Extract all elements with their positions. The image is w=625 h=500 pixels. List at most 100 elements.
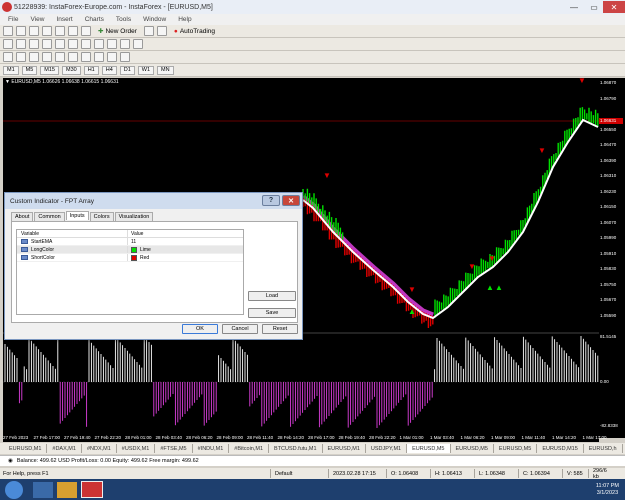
terminal-icon[interactable]: [68, 26, 78, 36]
time-label: 28 Feb 09:00: [216, 435, 244, 440]
templates-icon[interactable]: [133, 39, 143, 49]
connection-traffic[interactable]: 296/6 kb: [588, 468, 618, 480]
charts-toolbar: [0, 38, 625, 51]
periods-icon[interactable]: [120, 39, 130, 49]
color-swatch-lime: [131, 246, 137, 253]
input-row-shortcolor[interactable]: ShortColor Red: [17, 254, 243, 262]
tile-windows-icon[interactable]: [68, 39, 78, 49]
reset-button[interactable]: Reset: [262, 324, 298, 334]
profiles-icon[interactable]: [16, 26, 26, 36]
input-row-startema[interactable]: StartEMA 11: [17, 238, 243, 246]
chart-tab[interactable]: EURUSD,M5: [407, 444, 451, 453]
chart-tab[interactable]: EURUSD,M5: [494, 444, 538, 453]
text-icon[interactable]: [94, 52, 104, 62]
chart-tab[interactable]: #INDU,M1: [193, 444, 230, 453]
menu-help[interactable]: Help: [172, 16, 197, 23]
menu-tools[interactable]: Tools: [110, 16, 137, 23]
data-window-icon[interactable]: [42, 26, 52, 36]
experts-icon[interactable]: [156, 26, 167, 36]
bar-low: L: 1.06348: [474, 469, 518, 478]
close-window-button[interactable]: ✕: [603, 1, 625, 13]
vertical-line-icon[interactable]: [29, 52, 39, 62]
autoscroll-icon[interactable]: [81, 39, 91, 49]
chart-tab[interactable]: #DAX,M1: [47, 444, 82, 453]
channel-icon[interactable]: [68, 52, 78, 62]
candlestick-icon[interactable]: [16, 39, 26, 49]
input-row-longcolor[interactable]: LongColor Lime: [17, 246, 243, 254]
metaeditor-icon[interactable]: [143, 26, 154, 36]
crosshair-icon[interactable]: [16, 52, 26, 62]
help-button[interactable]: ?: [262, 195, 280, 206]
bar-chart-icon[interactable]: [3, 39, 13, 49]
tab-common[interactable]: Common: [34, 212, 65, 221]
price-axis: 1.06870 1.06790 1.06631 1.06550 1.06470 1.063…: [599, 78, 625, 438]
tf-h1[interactable]: H1: [83, 65, 99, 75]
menu-view[interactable]: View: [24, 16, 50, 23]
menu-file[interactable]: File: [2, 16, 24, 23]
chart-tab[interactable]: #USDX,M1: [117, 444, 156, 453]
fibonacci-icon[interactable]: [81, 52, 91, 62]
chart-tab[interactable]: #Bitcoin,M1: [229, 444, 270, 453]
time-label: 28 Feb 01:00: [125, 435, 152, 440]
tf-d1[interactable]: D1: [119, 65, 135, 75]
tf-mn[interactable]: MN: [157, 65, 174, 75]
tab-visualization[interactable]: Visualization: [114, 212, 154, 221]
terminal-app-icon[interactable]: [81, 481, 103, 498]
clock[interactable]: 11:07 PM 3/1/2023: [596, 483, 619, 497]
ie-icon[interactable]: [33, 481, 53, 498]
time-label: 1 Mar 17:00: [582, 435, 607, 440]
tester-icon[interactable]: [81, 26, 91, 36]
time-label: 27 Feb 17:00: [33, 435, 61, 440]
line-chart-icon[interactable]: [29, 39, 39, 49]
time-label: 28 Feb 14:20: [277, 435, 305, 440]
tab-inputs[interactable]: Inputs: [65, 211, 89, 220]
chart-tab[interactable]: #NDX,M1: [82, 444, 117, 453]
menu-bar: File View Insert Charts Tools Window Hel…: [0, 14, 625, 25]
explorer-icon[interactable]: [57, 481, 77, 498]
arrows-icon[interactable]: [120, 52, 130, 62]
save-button[interactable]: Save: [248, 308, 296, 318]
dialog-close-button[interactable]: ✕: [282, 195, 300, 206]
trendline-icon[interactable]: [55, 52, 65, 62]
navigator-icon[interactable]: [55, 26, 65, 36]
menu-charts[interactable]: Charts: [79, 16, 110, 23]
autotrading-button[interactable]: ● AutoTrading: [170, 26, 219, 37]
menu-window[interactable]: Window: [137, 16, 172, 23]
indicators-icon[interactable]: [107, 39, 117, 49]
profile-name[interactable]: Default: [270, 469, 328, 478]
tf-m5[interactable]: M5: [21, 65, 38, 75]
chart-tab[interactable]: EURUSD,M15: [537, 444, 584, 453]
cursor-icon[interactable]: [3, 52, 13, 62]
chart-tab[interactable]: BTCUSD.futu,M1: [269, 444, 323, 453]
label-icon[interactable]: [107, 52, 117, 62]
time-label: 28 Feb 11:40: [247, 435, 274, 440]
chart-tab[interactable]: USDJPY,M1: [366, 444, 408, 453]
menu-insert[interactable]: Insert: [50, 16, 78, 23]
chart-tab[interactable]: EURUSD,M5: [451, 444, 494, 453]
ok-button[interactable]: OK: [182, 324, 218, 334]
tf-h4[interactable]: H4: [101, 65, 117, 75]
tf-m15[interactable]: M15: [40, 65, 59, 75]
chart-tab[interactable]: EURUSD,h: [584, 444, 623, 453]
tab-colors[interactable]: Colors: [89, 212, 114, 221]
zoom-in-icon[interactable]: [42, 39, 52, 49]
chart-tab[interactable]: EURUSD,M1: [323, 444, 366, 453]
tf-w1[interactable]: W1: [137, 65, 155, 75]
chart-tab[interactable]: EURUSD,M1: [4, 444, 48, 453]
market-watch-icon[interactable]: [29, 26, 39, 36]
load-button[interactable]: Load: [248, 291, 296, 301]
minimize-button[interactable]: —: [563, 1, 585, 13]
chart-shift-icon[interactable]: [94, 39, 104, 49]
tf-m1[interactable]: M1: [3, 65, 19, 75]
cancel-button[interactable]: Cancel: [222, 324, 258, 334]
zoom-out-icon[interactable]: [55, 39, 65, 49]
maximize-button[interactable]: ▭: [583, 1, 605, 13]
time-axis: 27 Feb 2023 27 Feb 17:00 27 Feb 19:40 27 Fe…: [3, 434, 607, 442]
tab-about[interactable]: About: [11, 212, 34, 221]
new-chart-icon[interactable]: [3, 26, 13, 36]
new-order-button[interactable]: ✚ New Order: [94, 26, 141, 37]
start-button[interactable]: [5, 480, 23, 499]
horizontal-line-icon[interactable]: [42, 52, 52, 62]
tf-m30[interactable]: M30: [61, 65, 81, 75]
chart-tab[interactable]: #FTSE,M5: [155, 444, 193, 453]
